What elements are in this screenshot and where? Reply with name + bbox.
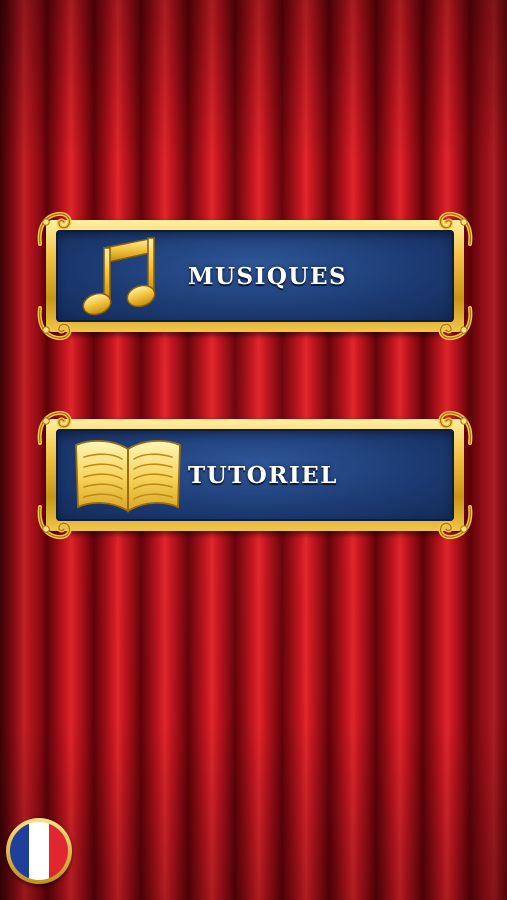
open-book-icon xyxy=(75,440,181,513)
tutoriel-label: TUTORIEL xyxy=(188,461,338,489)
tutoriel-button[interactable]: TUTORIEL xyxy=(37,410,473,540)
frame-ornament-icon xyxy=(37,410,72,445)
flag-stripe-blue xyxy=(10,822,30,880)
frame-ornament-icon xyxy=(37,306,72,341)
flag-stripe-white xyxy=(29,822,49,880)
frame-ornament-icon xyxy=(37,505,72,540)
france-flag-icon xyxy=(10,822,68,880)
language-button[interactable] xyxy=(6,818,72,884)
music-note-icon xyxy=(82,237,156,316)
musiques-label: MUSIQUES xyxy=(188,262,348,290)
frame-ornament-icon xyxy=(37,211,72,246)
flag-stripe-red xyxy=(48,822,68,880)
musiques-button[interactable]: MUSIQUES xyxy=(37,211,473,341)
